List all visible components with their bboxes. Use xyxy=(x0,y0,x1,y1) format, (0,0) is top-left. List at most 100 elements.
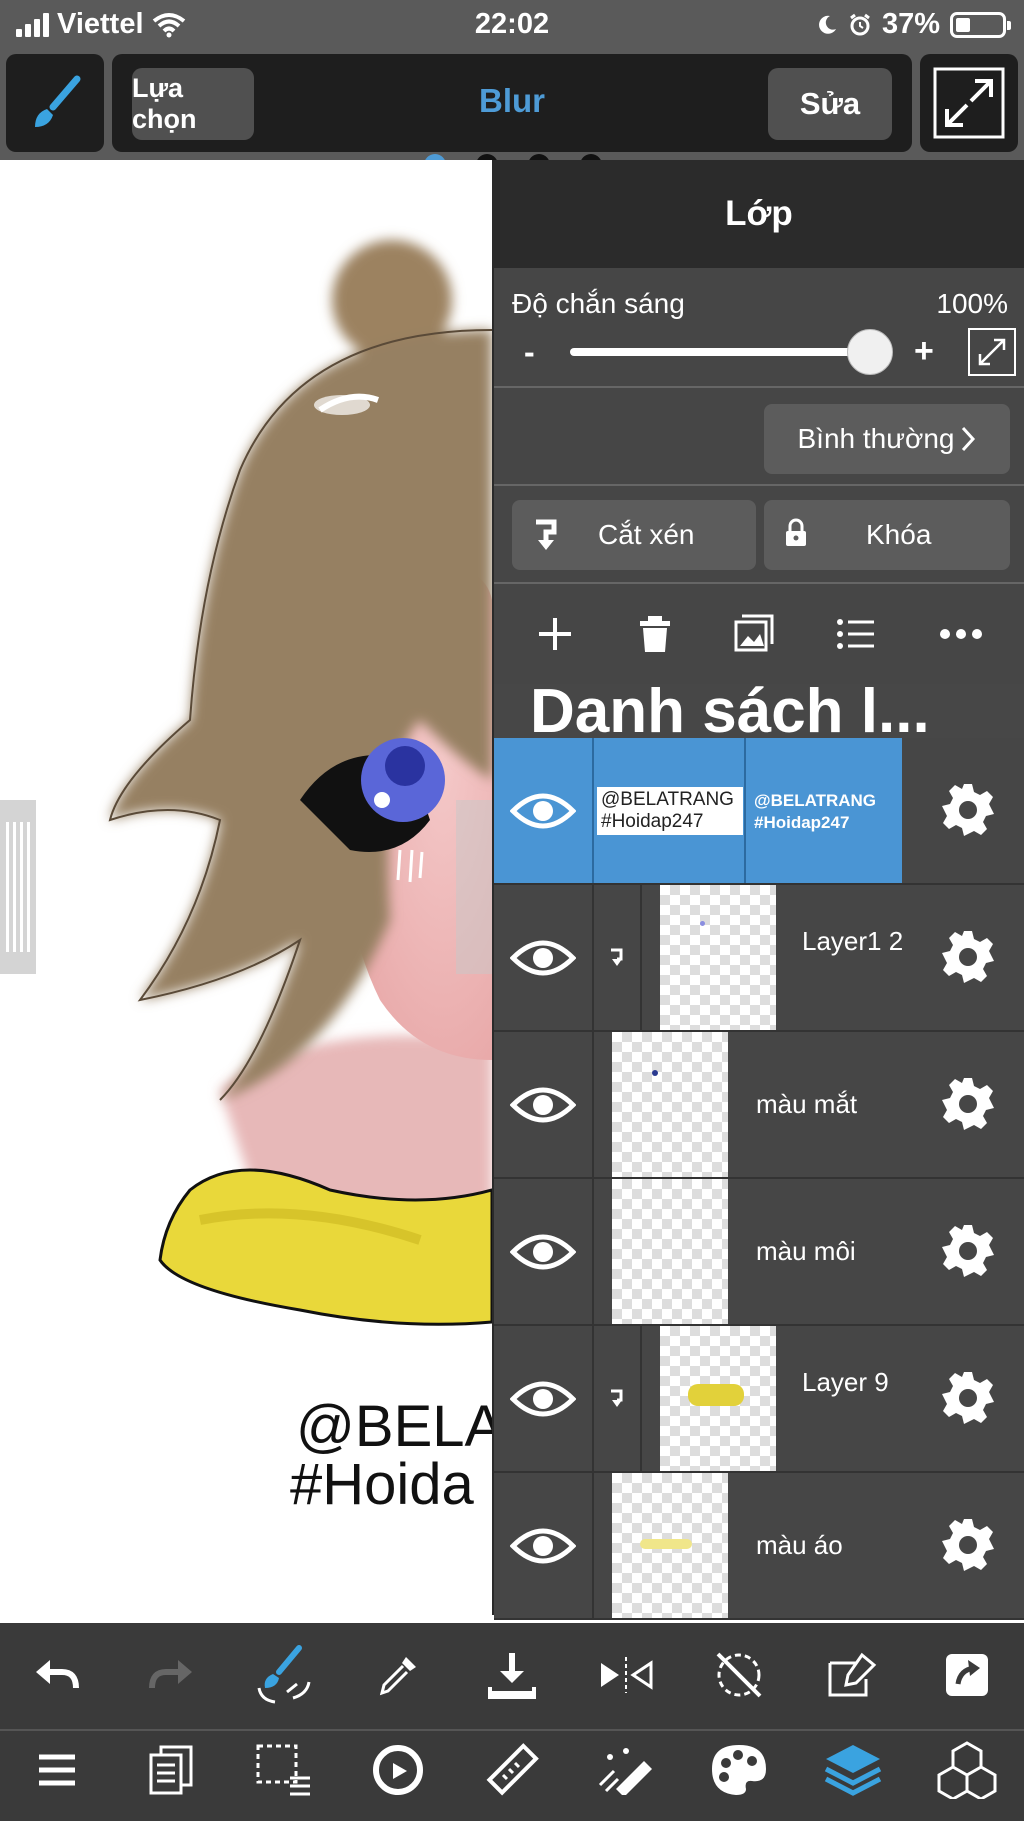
blend-mode-button[interactable]: Bình thường xyxy=(764,404,1010,474)
clip-arrow-icon xyxy=(611,948,623,966)
tool-options-bar: Lựa chọn Blur Sửa xyxy=(112,54,912,152)
drawing-canvas[interactable]: @BELA #Hoida xyxy=(0,160,492,1623)
thumbnail-text: @BELATRANG #Hoidap247 xyxy=(597,786,743,835)
gear-icon[interactable] xyxy=(940,1076,996,1132)
brush-transform-button[interactable] xyxy=(244,1640,324,1710)
gear-icon[interactable] xyxy=(940,1370,996,1426)
layer-row[interactable]: màu áo xyxy=(494,1473,1024,1620)
flip-button[interactable] xyxy=(586,1640,666,1710)
lock-button[interactable]: Khóa xyxy=(764,500,1010,570)
pages-button[interactable] xyxy=(131,1735,211,1805)
eyedropper-icon xyxy=(380,1657,417,1696)
download-icon xyxy=(487,1653,536,1699)
color-palette-button[interactable] xyxy=(699,1735,779,1805)
eye-icon xyxy=(510,793,576,828)
chevron-right-icon xyxy=(962,426,976,452)
clipping-indicator xyxy=(596,885,642,1030)
edit-square-icon xyxy=(828,1652,877,1697)
rotate-off-icon xyxy=(717,1652,762,1698)
clipping-label: Cắt xén xyxy=(598,519,695,550)
redo-button[interactable] xyxy=(131,1640,211,1710)
more-icon[interactable] xyxy=(939,628,983,640)
layer-row[interactable]: màu môi xyxy=(494,1179,1024,1326)
layer-panel: Lớp Độ chắn sáng 100% - + Bình thường Cắ… xyxy=(492,160,1024,1620)
gear-icon[interactable] xyxy=(940,782,996,838)
fullscreen-button[interactable] xyxy=(920,54,1018,152)
layer-row[interactable]: @BELATRANG #Hoidap247 @BELATRANG #Hoidap… xyxy=(494,738,1024,885)
eyedropper-button[interactable] xyxy=(358,1640,438,1710)
moon-icon xyxy=(819,15,836,34)
ruler-icon xyxy=(486,1743,539,1796)
opacity-slider-track[interactable] xyxy=(570,348,870,356)
panel-title: Lớp xyxy=(494,160,1024,268)
eye-icon xyxy=(510,1381,576,1416)
lock-icon xyxy=(786,518,806,546)
opacity-slider-knob[interactable] xyxy=(847,329,893,375)
eye-icon xyxy=(510,1234,576,1269)
layer-name: màu mắt xyxy=(756,1089,858,1119)
brush-tool-button[interactable] xyxy=(6,54,104,152)
layer-row[interactable]: màu mắt xyxy=(494,1032,1024,1179)
gear-icon[interactable] xyxy=(940,929,996,985)
add-layer-icon[interactable] xyxy=(535,614,575,654)
hamburger-icon xyxy=(38,1754,75,1786)
trash-icon[interactable] xyxy=(638,614,672,654)
visibility-toggle[interactable] xyxy=(494,1032,594,1177)
gear-icon[interactable] xyxy=(940,1517,996,1573)
clip-arrow-icon xyxy=(611,1389,623,1407)
visibility-toggle[interactable] xyxy=(494,1179,594,1324)
layers-button[interactable] xyxy=(813,1735,893,1805)
clipping-icon xyxy=(536,519,557,550)
rotation-lock-button[interactable] xyxy=(699,1640,779,1710)
opacity-increase-button[interactable]: + xyxy=(914,332,934,371)
selection-icon xyxy=(256,1744,311,1796)
layer-thumbnail: @BELATRANG #Hoidap247 xyxy=(596,738,746,883)
layer-row[interactable]: Layer1 2 xyxy=(494,885,1024,1032)
undo-button[interactable] xyxy=(17,1640,97,1710)
alarm-icon xyxy=(850,13,870,35)
blend-mode-row: Bình thường xyxy=(494,388,1024,486)
visibility-toggle[interactable] xyxy=(494,1473,594,1618)
layer-name: Layer 9 xyxy=(802,1367,889,1397)
save-button[interactable] xyxy=(472,1640,552,1710)
opacity-value: 100% xyxy=(936,288,1008,319)
layer-tools xyxy=(494,584,1024,684)
flip-icon xyxy=(600,1657,653,1693)
bottom-toolbar xyxy=(0,1623,1024,1821)
opacity-expand-button[interactable] xyxy=(968,328,1016,376)
undo-icon xyxy=(35,1660,79,1689)
opacity-decrease-button[interactable]: - xyxy=(524,334,535,371)
top-toolbar: Lựa chọn Blur Sửa xyxy=(0,50,1024,160)
layer-name: Layer1 2 xyxy=(802,926,904,956)
brush-icon xyxy=(35,75,81,127)
gear-icon[interactable] xyxy=(940,1223,996,1279)
brush-rotate-icon xyxy=(257,1645,311,1704)
status-bar: Viettel 22:02 37% xyxy=(0,0,1024,50)
selection-tool-button[interactable] xyxy=(244,1735,324,1805)
watermark-line2: #Hoida xyxy=(290,1452,474,1517)
layer-name: @BELATRANG #Hoidap247 xyxy=(754,791,877,832)
expand-icon xyxy=(978,338,1006,366)
clipping-button[interactable]: Cắt xén xyxy=(512,500,756,570)
left-drawer-handle[interactable] xyxy=(0,800,36,974)
filter-icon xyxy=(598,1748,652,1795)
lock-label: Khóa xyxy=(866,519,932,550)
materials-button[interactable] xyxy=(927,1735,1007,1805)
filter-button[interactable] xyxy=(586,1735,666,1805)
edit-text-button[interactable] xyxy=(813,1640,893,1710)
watermark-line1: @BELA xyxy=(296,1394,492,1459)
layer-list-icon[interactable] xyxy=(836,616,876,652)
battery-percent: 37% xyxy=(881,8,940,40)
visibility-toggle[interactable] xyxy=(494,885,594,1030)
visibility-toggle[interactable] xyxy=(494,738,594,883)
edit-button[interactable]: Sửa xyxy=(768,68,892,140)
transform-button[interactable] xyxy=(358,1735,438,1805)
visibility-toggle[interactable] xyxy=(494,1326,594,1471)
menu-button[interactable] xyxy=(17,1735,97,1805)
image-layer-icon[interactable] xyxy=(734,614,774,654)
pages-icon xyxy=(149,1745,193,1795)
right-drawer-handle[interactable] xyxy=(456,800,492,974)
layer-row[interactable]: Layer 9 xyxy=(494,1326,1024,1473)
share-button[interactable] xyxy=(927,1640,1007,1710)
ruler-button[interactable] xyxy=(472,1735,552,1805)
